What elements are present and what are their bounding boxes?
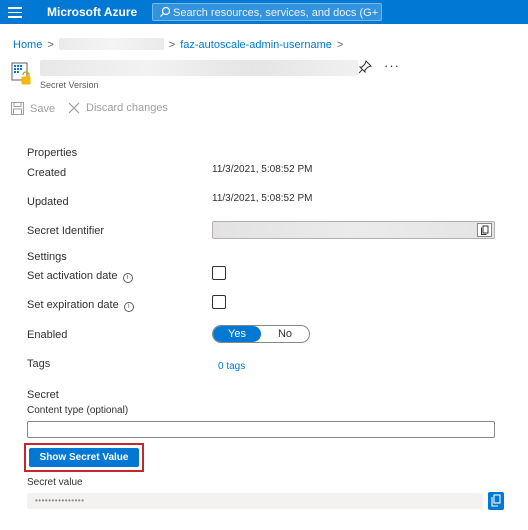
content-type-label: Content type (optional) — [27, 405, 129, 416]
enabled-toggle[interactable]: Yes No — [212, 325, 310, 343]
menu-icon[interactable] — [8, 6, 22, 18]
global-search[interactable] — [152, 3, 382, 21]
secret-identifier-label: Secret Identifier — [27, 225, 105, 237]
expiration-date-text: Set expiration date — [27, 299, 119, 311]
save-label: Save — [30, 102, 56, 115]
copy-to-clipboard-icon[interactable] — [488, 492, 504, 510]
more-options-icon[interactable]: ··· — [384, 58, 400, 73]
tags-label: Tags — [27, 358, 51, 370]
pin-icon[interactable] — [358, 60, 372, 74]
breadcrumb-current[interactable]: faz-autoscale-admin-username — [180, 39, 332, 51]
secret-heading: Secret — [27, 389, 59, 401]
breadcrumb-home[interactable]: Home — [13, 39, 42, 51]
save-button[interactable]: Save — [11, 102, 55, 115]
enabled-label: Enabled — [27, 329, 68, 341]
activation-date-checkbox[interactable] — [212, 266, 226, 280]
updated-label: Updated — [27, 196, 69, 208]
breadcrumb: Home > > faz-autoscale-admin-username > — [13, 38, 348, 51]
show-secret-value-button[interactable]: Show Secret Value — [29, 448, 139, 467]
discard-changes-button[interactable]: Discard changes — [68, 102, 168, 114]
resource-subtitle: Secret Version — [40, 80, 99, 90]
enabled-no-option[interactable]: No — [261, 326, 309, 342]
search-input[interactable] — [173, 5, 378, 20]
activation-date-text: Set activation date — [27, 270, 118, 282]
info-icon[interactable]: i — [123, 302, 134, 312]
resource-title-redacted — [40, 60, 358, 76]
breadcrumb-redacted[interactable] — [58, 38, 164, 50]
info-icon[interactable]: i — [122, 273, 133, 283]
content-type-input[interactable] — [27, 421, 495, 438]
secret-value-field[interactable]: ••••••••••••••• — [27, 493, 483, 509]
expiration-date-label: Set expiration date i — [27, 299, 134, 312]
key-vault-secret-icon — [11, 62, 31, 85]
created-label: Created — [27, 167, 67, 179]
discard-label: Discard changes — [86, 102, 168, 114]
search-icon — [160, 6, 171, 17]
expiration-date-checkbox[interactable] — [212, 295, 226, 309]
enabled-yes-option[interactable]: Yes — [213, 326, 261, 342]
save-icon — [11, 102, 24, 115]
properties-heading: Properties — [27, 147, 78, 159]
settings-heading: Settings — [27, 251, 67, 263]
updated-value: 11/3/2021, 5:08:52 PM — [212, 193, 313, 204]
tags-link[interactable]: 0 tags — [218, 361, 245, 372]
activation-date-label: Set activation date i — [27, 270, 133, 283]
copy-icon[interactable] — [477, 223, 492, 237]
top-bar: Microsoft Azure — [0, 0, 528, 24]
breadcrumb-separator: > — [336, 39, 344, 51]
secret-value-label: Secret value — [27, 477, 83, 488]
breadcrumb-separator: > — [168, 39, 176, 51]
created-value: 11/3/2021, 5:08:52 PM — [212, 164, 313, 175]
brand-title[interactable]: Microsoft Azure — [47, 5, 137, 19]
secret-identifier-field[interactable] — [212, 221, 495, 239]
breadcrumb-separator: > — [47, 39, 54, 51]
close-icon — [68, 102, 80, 114]
